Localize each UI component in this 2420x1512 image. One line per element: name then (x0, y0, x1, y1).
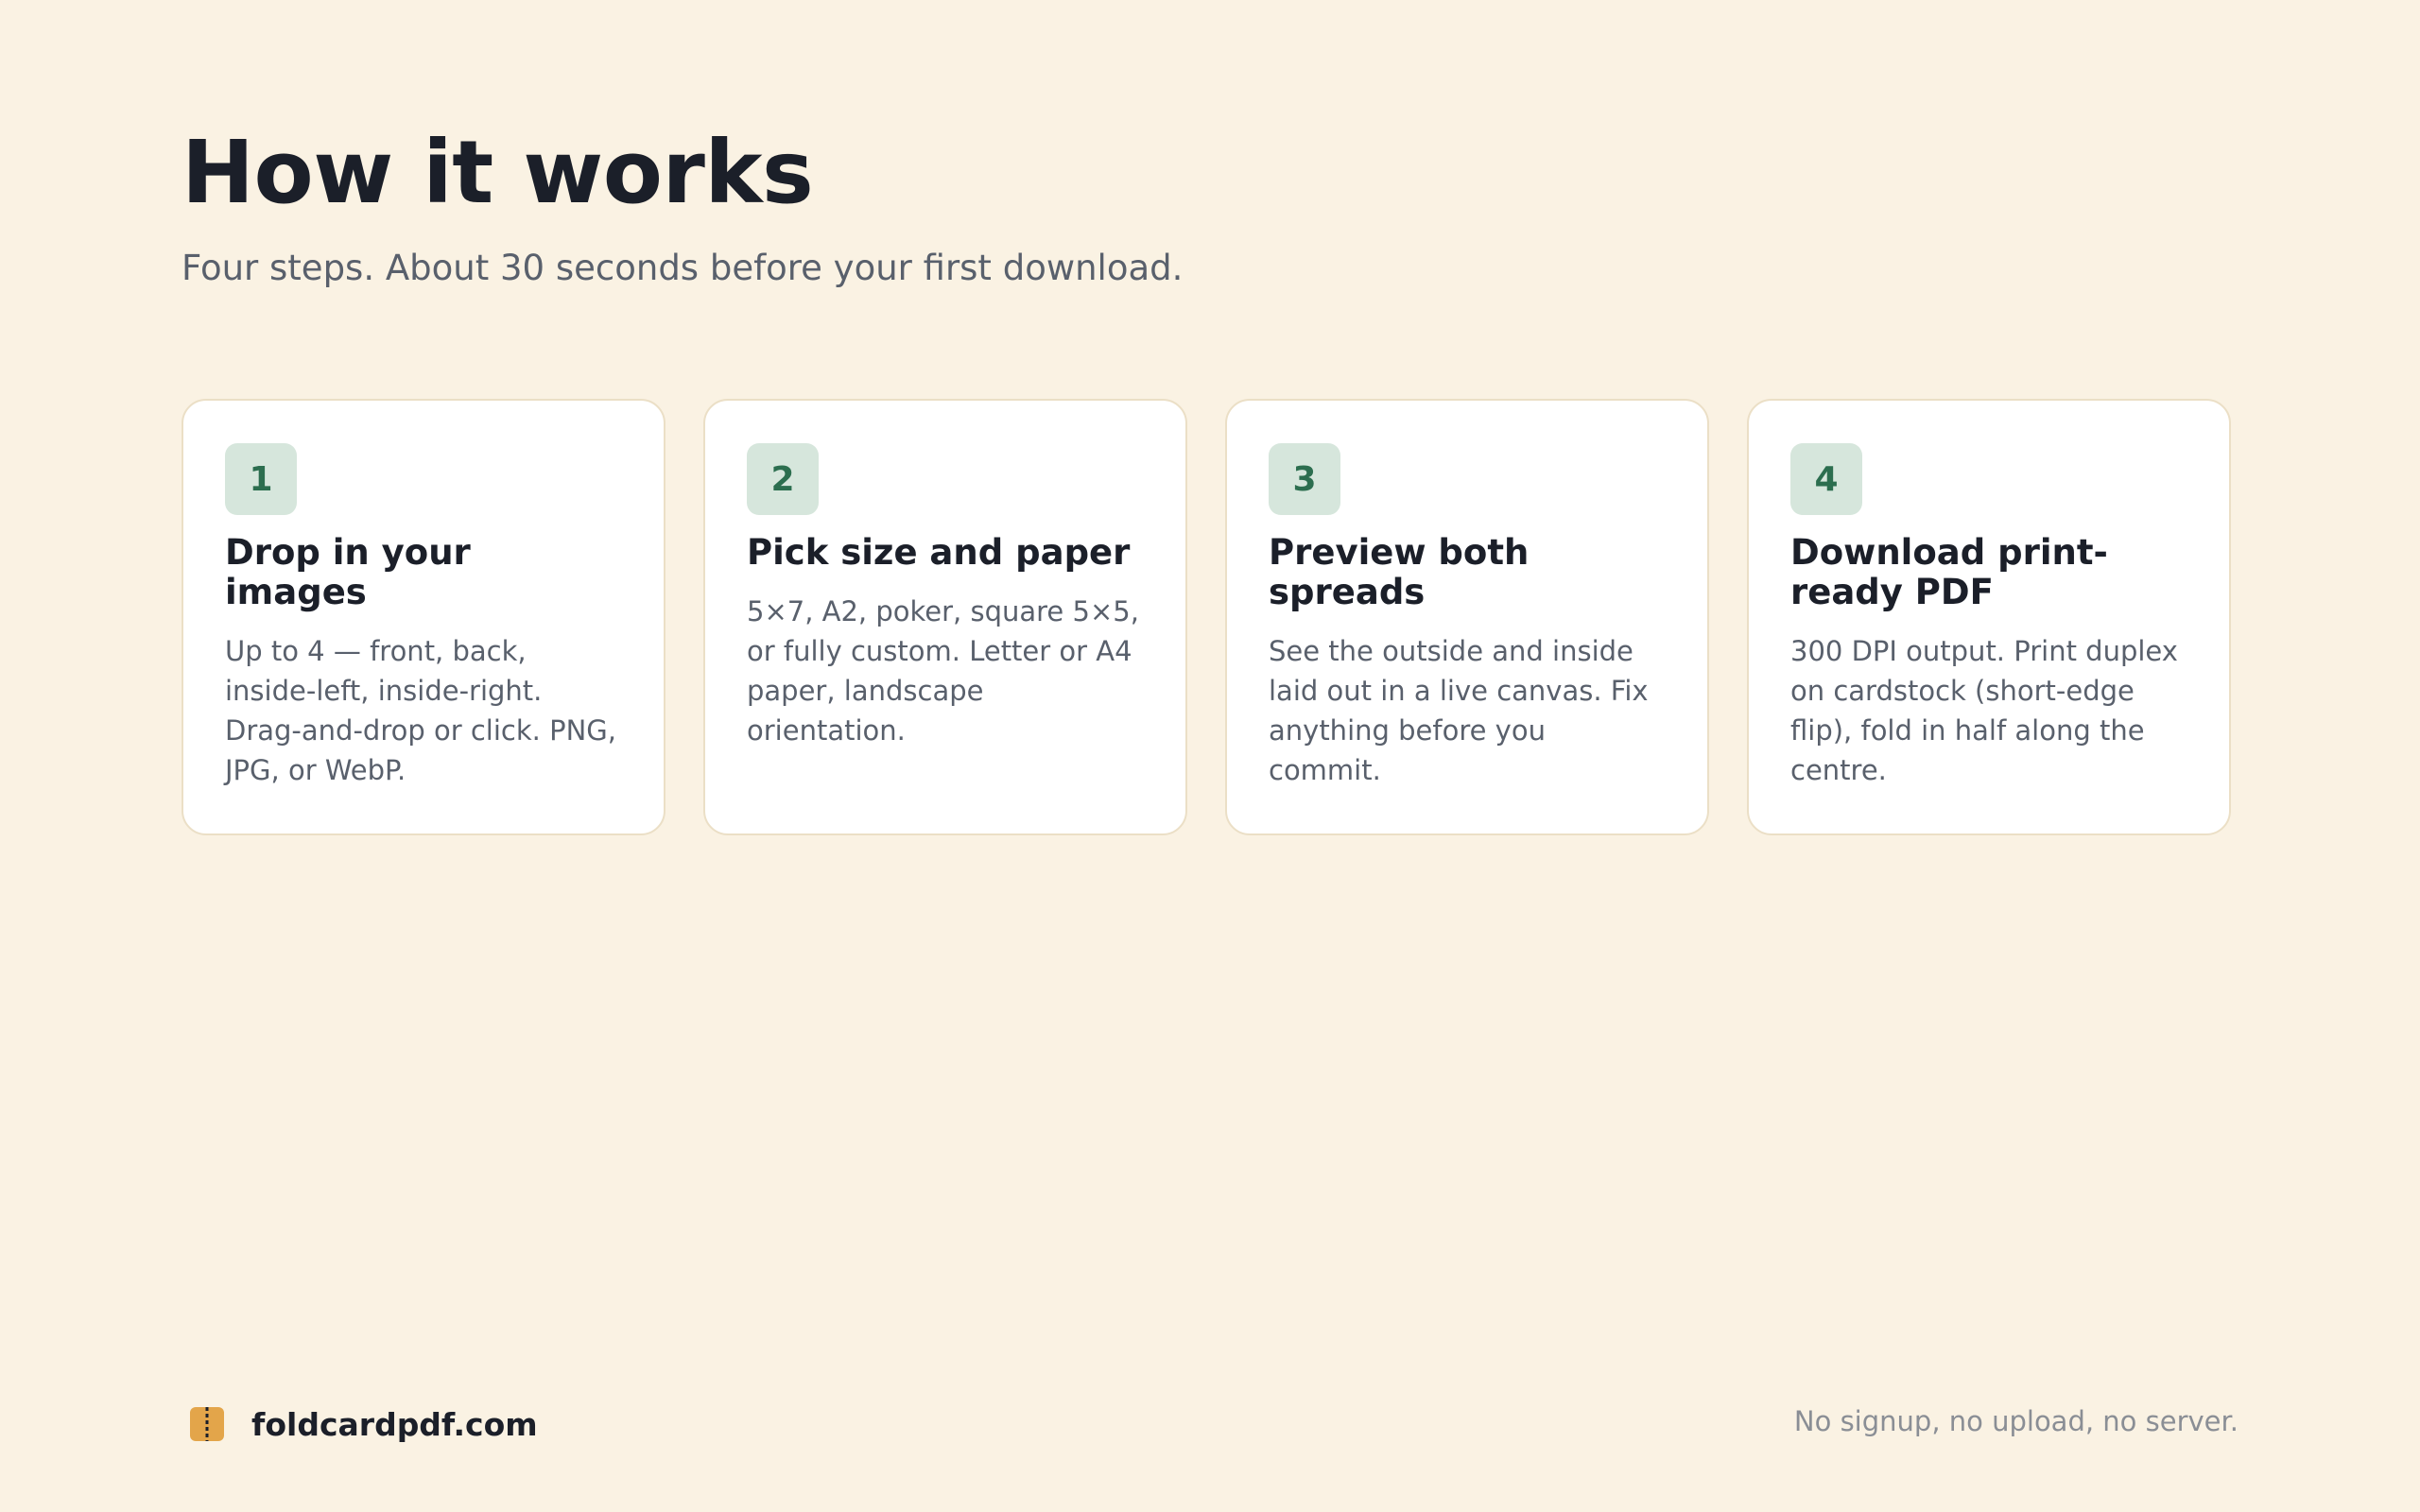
folded-card-icon (190, 1407, 224, 1441)
step-number-badge: 3 (1269, 443, 1340, 515)
step-description: See the outside and inside laid out in a… (1269, 635, 1649, 786)
step-card-3: 3 Preview both spreads See the outside a… (1225, 399, 1709, 835)
step-title: Download print-ready PDF (1790, 532, 2108, 612)
step-number-badge: 4 (1790, 443, 1862, 515)
step-card-4: 4 Download print-ready PDF 300 DPI outpu… (1747, 399, 2231, 835)
step-title: Pick size and paper (747, 532, 1131, 573)
page-title: How it works (182, 122, 814, 223)
step-title: Preview both spreads (1269, 532, 1530, 612)
page-subtitle: Four steps. About 30 seconds before your… (182, 248, 1184, 288)
step-description: 300 DPI output. Print duplex on cardstoc… (1790, 635, 2178, 786)
step-description: Up to 4 — front, back, inside-left, insi… (225, 635, 616, 786)
step-title: Drop in your images (225, 532, 471, 612)
step-description: 5×7, A2, poker, square 5×5, or fully cus… (747, 595, 1139, 747)
step-card-2: 2 Pick size and paper 5×7, A2, poker, sq… (703, 399, 1187, 835)
footer-note: No signup, no upload, no server. (1793, 1405, 2238, 1437)
brand-name: foldcardpdf.com (251, 1405, 538, 1443)
step-number-badge: 1 (225, 443, 297, 515)
step-number-badge: 2 (747, 443, 819, 515)
footer-brand-link[interactable]: foldcardpdf.com (187, 1404, 538, 1444)
step-card-1: 1 Drop in your images Up to 4 — front, b… (182, 399, 666, 835)
steps-list: 1 Drop in your images Up to 4 — front, b… (182, 399, 2231, 835)
